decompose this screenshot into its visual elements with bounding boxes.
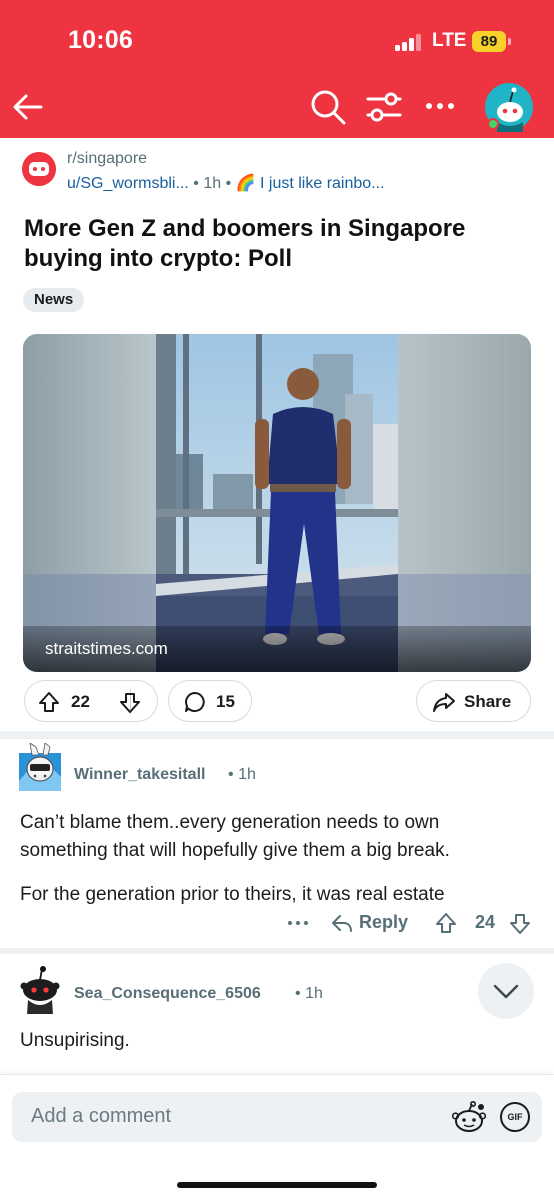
status-time: 10:06 [68, 26, 133, 54]
share-button[interactable]: Share [416, 680, 531, 722]
meta-separator: • [295, 985, 301, 1002]
comment-icon [185, 692, 205, 712]
signal-icon [395, 33, 425, 51]
post-title[interactable]: More Gen Z and boomers in Singapore buyi… [24, 214, 524, 274]
comment-avatar[interactable] [19, 743, 61, 791]
post-time: 1h [203, 175, 222, 192]
share-label: Share [464, 692, 512, 711]
section-divider [0, 731, 554, 739]
more-icon [288, 921, 308, 925]
reply-button[interactable]: Reply [331, 910, 411, 936]
comment-paragraph: For the generation prior to theirs, it w… [20, 884, 445, 905]
comment-divider [0, 948, 554, 954]
comment-body: Unsupirising. [20, 1027, 460, 1055]
comment-paragraph: Unsupirising. [20, 1030, 130, 1051]
meta-separator: • [225, 175, 232, 192]
link-domain: straitstimes.com [45, 639, 168, 658]
comment-time: 1h [238, 766, 256, 783]
post-meta: u/SG_wormsbli... • 1h • 🌈 I just like ra… [67, 173, 385, 193]
comment-meta: • 1h [295, 985, 323, 1003]
user-flair: I just like rainbo... [260, 175, 385, 192]
post-author[interactable]: u/SG_wormsbli... [67, 175, 189, 192]
vote-control: 22 [24, 680, 158, 722]
reply-label: Reply [359, 912, 409, 932]
comment-author[interactable]: Winner_takesitall [74, 766, 205, 784]
meta-separator: • [228, 766, 234, 783]
comment-input[interactable]: Add a comment GIF [12, 1092, 542, 1142]
app-header: 10:06 LTE 89 [0, 0, 554, 138]
comment-downvote-icon[interactable] [509, 913, 531, 935]
comment-count: 15 [216, 692, 235, 711]
comment-score: 24 [475, 912, 496, 932]
upvote-count: 22 [71, 692, 90, 711]
link-preview[interactable]: straitstimes.com [23, 334, 531, 672]
comment-body: Can’t blame them..every generation needs… [20, 809, 520, 909]
comment-paragraph: Can’t blame them..every generation needs… [20, 812, 450, 861]
comment-input-placeholder: Add a comment [31, 1105, 172, 1127]
battery-tip [508, 38, 511, 45]
comment-meta: • 1h [228, 766, 256, 784]
upvote-icon[interactable] [38, 691, 60, 713]
avatar-icon[interactable] [484, 82, 534, 132]
comment-composer: Add a comment GIF [0, 1074, 554, 1200]
comment-author[interactable]: Sea_Consequence_6506 [74, 985, 261, 1003]
search-icon[interactable] [309, 88, 347, 126]
rainbow-icon: 🌈 [235, 175, 256, 192]
network-label: LTE [432, 30, 467, 51]
gif-button[interactable]: GIF [500, 1102, 530, 1132]
more-icon[interactable] [423, 96, 457, 116]
share-icon [433, 693, 455, 712]
subreddit-avatar-icon[interactable] [22, 152, 56, 186]
preview-image [23, 334, 531, 672]
comment-time: 1h [305, 985, 323, 1002]
filter-icon[interactable] [366, 90, 402, 124]
comment-upvote-icon[interactable] [435, 912, 457, 934]
battery-icon: 89 [472, 31, 506, 52]
meta-separator: • [193, 175, 199, 192]
post-flair-tag[interactable]: News [23, 288, 85, 312]
chevron-down-icon [493, 984, 519, 999]
subreddit-name[interactable]: r/singapore [67, 150, 147, 168]
comments-button[interactable]: 15 [168, 680, 252, 722]
downvote-icon[interactable] [119, 692, 141, 714]
comment-more-icon[interactable] [286, 912, 310, 934]
back-arrow-icon[interactable] [10, 89, 46, 125]
comment-avatar[interactable] [19, 966, 61, 1014]
home-indicator [177, 1182, 377, 1188]
snoovatar-icon[interactable] [452, 1101, 486, 1133]
collapse-button[interactable] [478, 963, 534, 1019]
reply-icon [332, 915, 352, 932]
